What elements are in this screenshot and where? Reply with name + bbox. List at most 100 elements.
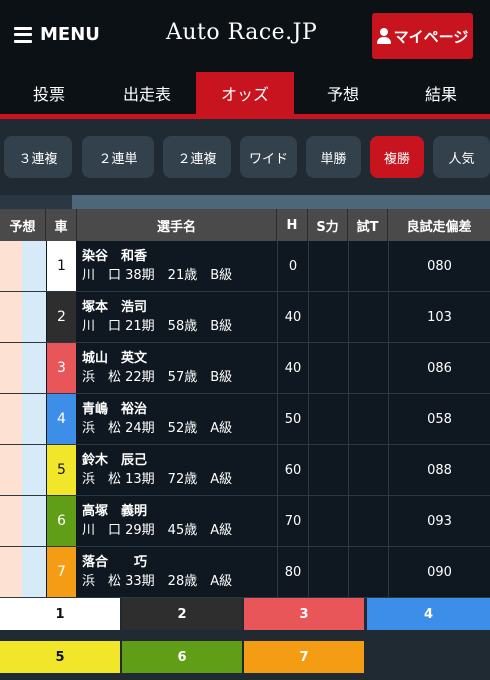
prediction-cell	[0, 547, 22, 597]
racer-name: 高塚 義明	[82, 504, 148, 519]
bet-label: ２連単	[98, 151, 138, 167]
tab-prediction[interactable]: 予想	[294, 72, 392, 114]
handicap-value: 60	[277, 445, 308, 495]
racer-details: 川 口 38期 21歳 B級	[82, 268, 233, 283]
tab-label: オッズ	[220, 85, 269, 104]
legend-car[interactable]: 5	[0, 641, 120, 673]
prediction-cell	[0, 496, 22, 546]
tab-label: 投票	[32, 85, 65, 104]
legend-car[interactable]: 2	[122, 598, 242, 630]
bet-type-bar: ３連複 ２連単 ２連複 ワイド 単勝 複勝 人気	[0, 119, 490, 195]
handicap-value: 80	[277, 547, 308, 597]
trial-deviation-value: 093	[388, 496, 490, 546]
legend-car[interactable]: 1	[0, 598, 120, 630]
bet-exacta-button[interactable]: ２連単	[82, 136, 154, 178]
racer-info: 染谷 和香 川 口 38期 21歳 B級	[77, 241, 277, 291]
col-prediction: 予想	[0, 209, 46, 241]
racer-info: 城山 英文 浜 松 22期 57歳 B級	[77, 343, 277, 393]
bet-trio-button[interactable]: ３連複	[4, 136, 72, 178]
tab-odds[interactable]: オッズ	[196, 72, 294, 114]
car-number: 5	[47, 445, 76, 495]
site-logo[interactable]: Auto Race.JP	[166, 20, 317, 45]
car-color-legend-row-1: 1 2 3 4	[0, 598, 490, 630]
prediction-cell	[22, 343, 46, 393]
menu-label: MENU	[40, 24, 100, 45]
table-row[interactable]: 5 鈴木 辰己 浜 松 13期 72歳 A級 60 088	[0, 445, 490, 496]
legend-car[interactable]: 3	[244, 598, 364, 630]
menu-button[interactable]: MENU	[14, 24, 100, 45]
prediction-cell	[22, 496, 46, 546]
hamburger-icon	[14, 26, 32, 43]
prediction-cell	[0, 343, 22, 393]
racer-info: 落合 巧 浜 松 33期 28歳 A級	[77, 547, 277, 597]
start-power-value	[308, 445, 348, 495]
start-power-value	[308, 394, 348, 444]
tab-label: 予想	[326, 85, 359, 104]
racer-info: 塚本 浩司 川 口 21期 58歳 B級	[77, 292, 277, 342]
racer-name: 染谷 和香	[82, 249, 148, 264]
col-racer-name: 選手名	[77, 209, 277, 241]
trial-time-value	[348, 292, 388, 342]
legend-car[interactable]: 7	[244, 641, 364, 673]
col-start-power: S力	[308, 209, 348, 241]
handicap-value: 40	[277, 292, 308, 342]
table-row[interactable]: 1 染谷 和香 川 口 38期 21歳 B級 0 080	[0, 241, 490, 292]
bet-label: ２連複	[177, 151, 217, 167]
trial-deviation-value: 090	[388, 547, 490, 597]
tab-results[interactable]: 結果	[392, 72, 490, 114]
trial-deviation-value: 086	[388, 343, 490, 393]
trial-time-value	[348, 394, 388, 444]
bet-label: 単勝	[320, 151, 347, 167]
tab-vote[interactable]: 投票	[0, 72, 98, 114]
bet-popular-button[interactable]: 人気	[433, 136, 490, 178]
bet-wide-button[interactable]: ワイド	[240, 136, 297, 178]
tab-label: 結果	[424, 85, 457, 104]
racer-info: 高塚 義明 川 口 29期 45歳 A級	[77, 496, 277, 546]
bet-label: ３連複	[18, 151, 58, 167]
racer-name: 鈴木 辰己	[82, 453, 148, 468]
table-row[interactable]: 6 高塚 義明 川 口 29期 45歳 A級 70 093	[0, 496, 490, 547]
legend-car[interactable]: 6	[122, 641, 242, 673]
prediction-cell	[0, 394, 22, 444]
start-power-value	[308, 547, 348, 597]
car-number: 7	[47, 547, 76, 597]
mypage-button[interactable]: マイページ	[372, 13, 473, 59]
car-number: 2	[47, 292, 76, 342]
trial-time-value	[348, 343, 388, 393]
trial-time-value	[348, 547, 388, 597]
scrollbar-thumb[interactable]	[72, 195, 490, 209]
bet-place-button[interactable]: 複勝	[370, 136, 424, 178]
start-power-value	[308, 241, 348, 291]
handicap-value: 0	[277, 241, 308, 291]
prediction-cell	[22, 547, 46, 597]
bet-label: 複勝	[383, 151, 410, 167]
table-row[interactable]: 4 青嶋 裕治 浜 松 24期 52歳 A級 50 058	[0, 394, 490, 445]
trial-deviation-value: 058	[388, 394, 490, 444]
table-body: 1 染谷 和香 川 口 38期 21歳 B級 0 080 2 塚本 浩司 川 口…	[0, 241, 490, 598]
col-trial-deviation: 良試走偏差	[406, 219, 472, 235]
racer-name: 落合 巧	[82, 555, 148, 570]
bet-quinella-button[interactable]: ２連複	[163, 136, 231, 178]
tab-entries[interactable]: 出走表	[98, 72, 196, 114]
table-row[interactable]: 3 城山 英文 浜 松 22期 57歳 B級 40 086	[0, 343, 490, 394]
table-row[interactable]: 7 落合 巧 浜 松 33期 28歳 A級 80 090	[0, 547, 490, 598]
racer-name: 塚本 浩司	[82, 300, 148, 315]
prediction-cell	[0, 445, 22, 495]
racer-details: 川 口 21期 58歳 B級	[82, 319, 233, 334]
prediction-cell	[22, 394, 46, 444]
racer-details: 浜 松 13期 72歳 A級	[82, 472, 233, 487]
trial-deviation-value: 088	[388, 445, 490, 495]
main-nav: 投票 出走表 オッズ 予想 結果	[0, 72, 490, 114]
start-power-value	[308, 292, 348, 342]
racer-info: 鈴木 辰己 浜 松 13期 72歳 A級	[77, 445, 277, 495]
person-icon	[376, 28, 391, 44]
bet-win-button[interactable]: 単勝	[306, 136, 361, 178]
car-color-legend-row-2: 5 6 7	[0, 641, 490, 673]
handicap-value: 40	[277, 343, 308, 393]
trial-time-value	[348, 445, 388, 495]
trial-deviation-value: 103	[388, 292, 490, 342]
prediction-cell	[0, 241, 22, 291]
legend-car[interactable]: 4	[367, 598, 490, 630]
car-number: 1	[47, 241, 76, 291]
table-row[interactable]: 2 塚本 浩司 川 口 21期 58歳 B級 40 103	[0, 292, 490, 343]
